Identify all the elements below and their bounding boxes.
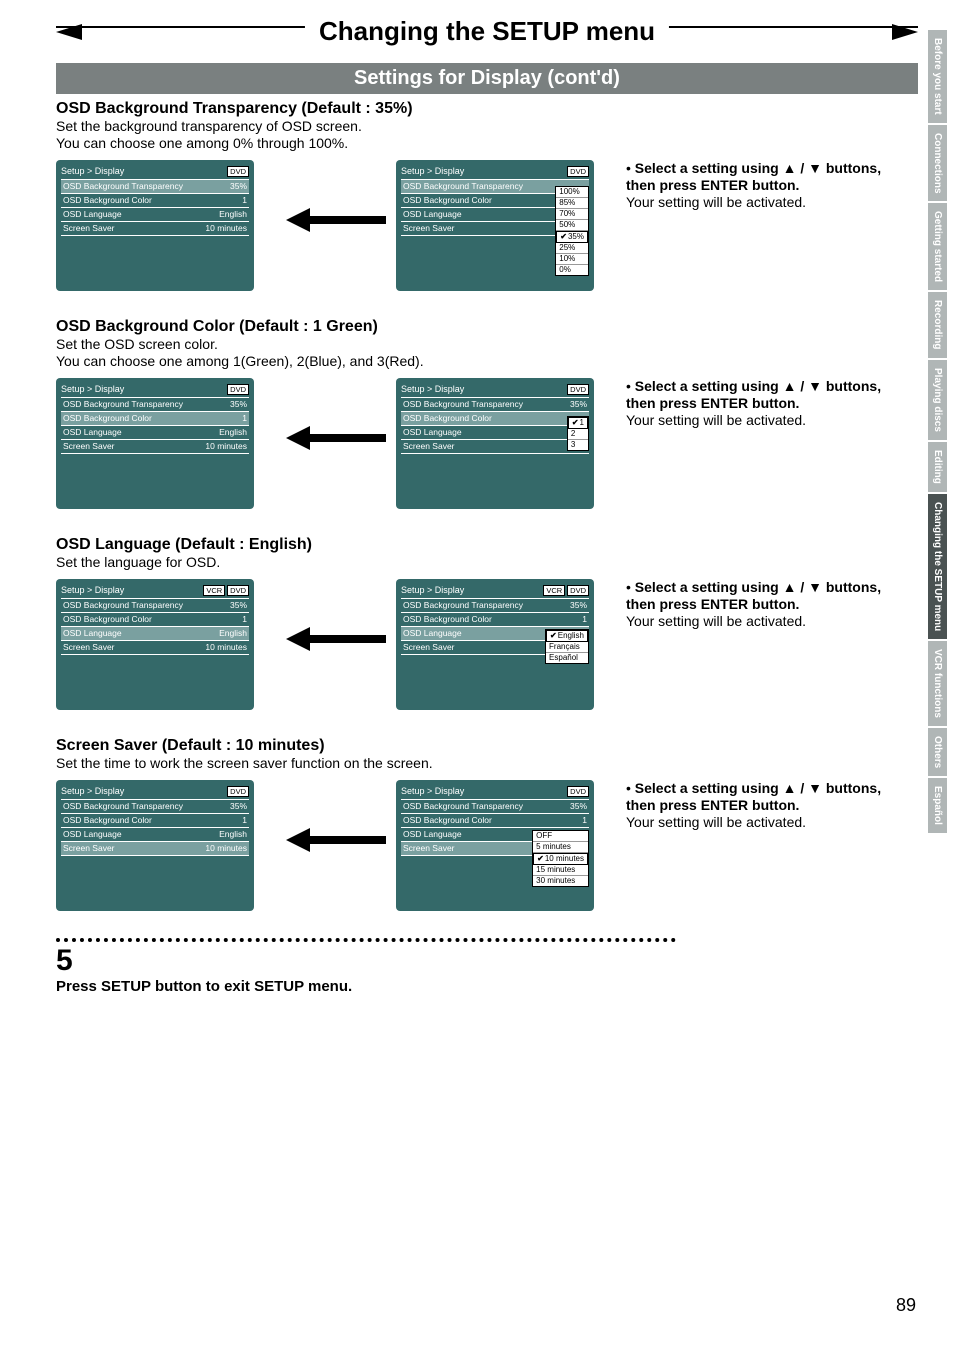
vcr-badge: VCR: [203, 585, 225, 596]
osd-item: OSD LanguageEnglish: [61, 828, 249, 842]
dvd-badge: DVD: [567, 384, 589, 395]
section-bar: Settings for Display (cont'd): [56, 63, 918, 94]
side-tab: Before you start: [928, 30, 947, 123]
side-tabs: Before you start ConnectionsGetting start…: [928, 30, 954, 835]
step-number: 5: [56, 946, 918, 976]
osd-item: OSD Background Transparency35%: [401, 398, 589, 412]
osd-menu: Setup > DisplayDVD OSD Background Transpa…: [56, 780, 254, 911]
osd-item: OSD Background Transparency35%: [401, 599, 589, 613]
osd-dropdown: 100%85%70%50%✔35%25%10%0%: [555, 186, 589, 276]
chapter-header: Changing the SETUP menu: [56, 20, 918, 60]
dvd-badge: DVD: [227, 585, 249, 596]
page-number: 89: [896, 1295, 916, 1316]
setting-section: Screen Saver (Default : 10 minutes)Set t…: [56, 737, 918, 920]
vcr-badge: VCR: [543, 585, 565, 596]
side-tab: Español: [928, 778, 947, 833]
setting-description: Set the language for OSD.: [56, 554, 918, 571]
setting-title: OSD Language (Default : English): [56, 536, 918, 554]
osd-item: OSD Background Color1: [61, 613, 249, 627]
dvd-badge: DVD: [227, 166, 249, 177]
osd-menu: Setup > DisplayDVD OSD Background Transpa…: [56, 160, 254, 291]
side-tab: Connections: [928, 125, 947, 202]
chevron-left-icon: [56, 24, 82, 40]
instruction-text: • Select a setting using ▲ / ▼ buttons, …: [626, 780, 886, 831]
arrow-left-icon: [286, 426, 386, 450]
osd-item: OSD Background Color1: [401, 814, 589, 828]
osd-item: OSD Background Transparency35%: [61, 800, 249, 814]
osd-dropdown: ✔123: [567, 416, 589, 451]
dvd-badge: DVD: [227, 384, 249, 395]
osd-breadcrumb: Setup > DisplayDVD: [401, 786, 589, 796]
arrow-left-icon: [286, 627, 386, 651]
osd-menu: Setup > DisplayVCRDVD OSD Background Tran…: [56, 579, 254, 710]
osd-item: OSD Language: [401, 426, 589, 440]
osd-item: OSD LanguageEnglish: [61, 627, 249, 641]
setting-section: OSD Background Color (Default : 1 Green)…: [56, 318, 918, 518]
chevron-right-icon: [892, 24, 918, 40]
osd-item: OSD LanguageEnglish: [61, 426, 249, 440]
osd-dropdown: ✔EnglishFrançaisEspañol: [545, 629, 589, 664]
osd-breadcrumb: Setup > DisplayDVD: [401, 384, 589, 394]
osd-item: Screen Saver10 minutes: [61, 641, 249, 655]
osd-item: OSD Background Color1: [61, 194, 249, 208]
osd-breadcrumb: Setup > DisplayDVD: [61, 786, 249, 796]
osd-item: OSD Background Transparency35%: [61, 180, 249, 194]
osd-item: OSD Background Color: [401, 412, 589, 426]
step-text: Press SETUP button to exit SETUP menu.: [56, 978, 918, 995]
side-tab: Recording: [928, 292, 947, 357]
setting-description: Set the background transparency of OSD s…: [56, 118, 918, 152]
osd-breadcrumb: Setup > DisplayDVD: [61, 166, 249, 176]
osd-item: OSD Background Transparency35%: [401, 800, 589, 814]
osd-menu: Setup > DisplayDVDOSD Background Transpa…: [396, 160, 594, 291]
setting-title: Screen Saver (Default : 10 minutes): [56, 737, 918, 755]
osd-item: OSD Background Color1: [61, 814, 249, 828]
divider: [56, 938, 676, 942]
osd-item: OSD Background Transparency35%: [61, 599, 249, 613]
osd-item: OSD LanguageEnglish: [61, 208, 249, 222]
side-tab: Others: [928, 728, 947, 776]
arrow-left-icon: [286, 208, 386, 232]
dvd-badge: DVD: [227, 786, 249, 797]
instruction-text: • Select a setting using ▲ / ▼ buttons, …: [626, 579, 886, 630]
check-icon: ✔: [560, 232, 567, 242]
osd-dropdown: OFF5 minutes✔10 minutes15 minutes30 minu…: [532, 830, 589, 887]
check-icon: ✔: [537, 854, 544, 864]
osd-breadcrumb: Setup > DisplayDVD: [401, 166, 589, 176]
dvd-badge: DVD: [567, 585, 589, 596]
osd-item: OSD Background Color1: [401, 613, 589, 627]
setting-section: OSD Language (Default : English)Set the …: [56, 536, 918, 719]
osd-menu: Setup > DisplayVCRDVD OSD Background Tran…: [396, 579, 594, 710]
instruction-text: • Select a setting using ▲ / ▼ buttons, …: [626, 378, 886, 429]
setting-title: OSD Background Color (Default : 1 Green): [56, 318, 918, 336]
dvd-badge: DVD: [567, 786, 589, 797]
side-tab: Editing: [928, 442, 947, 492]
check-icon: ✔: [550, 631, 557, 641]
osd-breadcrumb: Setup > DisplayVCRDVD: [401, 585, 589, 595]
setting-description: Set the OSD screen color. You can choose…: [56, 336, 918, 370]
side-tab: Changing the SETUP menu: [928, 494, 947, 639]
osd-menu: Setup > DisplayDVD OSD Background Transpa…: [56, 378, 254, 509]
osd-item: Screen Saver: [401, 440, 589, 454]
osd-item: OSD Background Color1: [61, 412, 249, 426]
osd-breadcrumb: Setup > DisplayVCRDVD: [61, 585, 249, 595]
osd-item: Screen Saver10 minutes: [61, 842, 249, 856]
side-tab: Playing discs: [928, 360, 947, 440]
osd-menu: Setup > DisplayDVD OSD Background Transpa…: [396, 780, 594, 911]
arrow-left-icon: [286, 828, 386, 852]
side-tab: VCR functions: [928, 641, 947, 726]
osd-item: Screen Saver10 minutes: [61, 222, 249, 236]
osd-item: OSD Background Transparency35%: [61, 398, 249, 412]
instruction-text: • Select a setting using ▲ / ▼ buttons, …: [626, 160, 886, 211]
side-tab: Getting started: [928, 203, 947, 290]
setting-section: OSD Background Transparency (Default : 3…: [56, 100, 918, 300]
osd-menu: Setup > DisplayDVD OSD Background Transpa…: [396, 378, 594, 509]
osd-item: Screen Saver10 minutes: [61, 440, 249, 454]
setting-title: OSD Background Transparency (Default : 3…: [56, 100, 918, 118]
setting-description: Set the time to work the screen saver fu…: [56, 755, 918, 772]
dvd-badge: DVD: [567, 166, 589, 177]
osd-breadcrumb: Setup > DisplayDVD: [61, 384, 249, 394]
check-icon: ✔: [572, 418, 579, 428]
chapter-title: Changing the SETUP menu: [305, 16, 669, 47]
